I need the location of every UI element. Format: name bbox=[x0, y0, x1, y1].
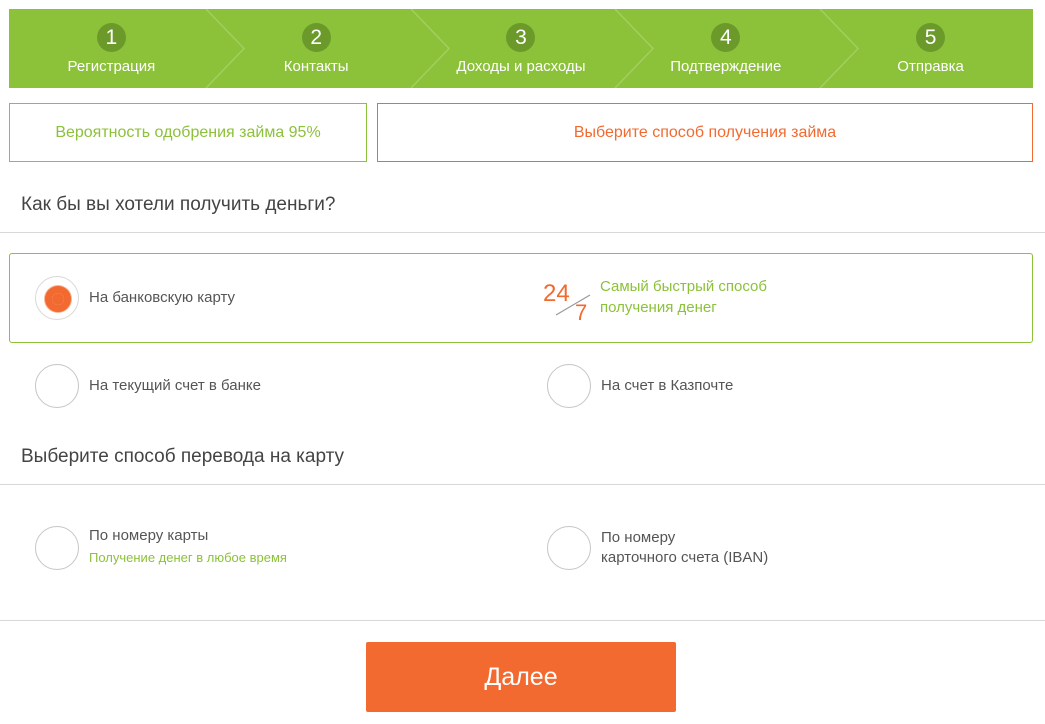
divider bbox=[0, 484, 1045, 485]
divider bbox=[0, 620, 1045, 621]
option-label-iban-line1[interactable]: По номеру bbox=[601, 529, 675, 546]
step-number: 2 bbox=[301, 23, 331, 52]
option-sub-card-number: Получение денег в любое время bbox=[89, 550, 287, 565]
option-label-bank-card[interactable]: На банковскую карту bbox=[89, 289, 235, 306]
svg-text:7: 7 bbox=[575, 300, 587, 321]
radio-bank-account[interactable] bbox=[35, 364, 79, 408]
step-confirmation[interactable]: 4 Подтверждение bbox=[623, 9, 860, 88]
receive-money-title: Как бы вы хотели получить деньги? bbox=[21, 194, 336, 215]
step-submit[interactable]: 5 Отправка bbox=[828, 9, 1033, 88]
option-label-bank-account[interactable]: На текущий счет в банке bbox=[89, 377, 261, 394]
approval-probability-box: Вероятность одобрения займа 95% bbox=[9, 103, 367, 162]
svg-text:24: 24 bbox=[543, 280, 570, 307]
progress-stepper: 1 Регистрация 2 Контакты 3 Доходы и расх… bbox=[9, 9, 1033, 88]
step-label: Отправка bbox=[897, 58, 964, 75]
option-label-card-number[interactable]: По номеру карты bbox=[89, 527, 208, 544]
radio-bank-card[interactable] bbox=[35, 276, 79, 320]
step-registration[interactable]: 1 Регистрация bbox=[9, 9, 245, 88]
step-label: Подтверждение bbox=[670, 58, 782, 75]
step-label: Контакты bbox=[283, 58, 349, 75]
step-number: 1 bbox=[96, 23, 126, 52]
step-income-expenses[interactable]: 3 Доходы и расходы bbox=[419, 9, 655, 88]
radio-kazpost[interactable] bbox=[547, 364, 591, 408]
option-label-iban-line2[interactable]: карточного счета (IBAN) bbox=[601, 549, 768, 566]
radio-iban[interactable] bbox=[547, 526, 591, 570]
choose-method-box: Выберите способ получения займа bbox=[377, 103, 1033, 162]
loan-form-page: 1 Регистрация 2 Контакты 3 Доходы и расх… bbox=[0, 0, 1045, 724]
step-number: 3 bbox=[506, 23, 536, 52]
step-label: Регистрация bbox=[67, 58, 156, 75]
fastest-method-line2: получения денег bbox=[600, 299, 717, 316]
option-label-kazpost[interactable]: На счет в Казпочте bbox=[601, 377, 733, 394]
step-contacts[interactable]: 2 Контакты bbox=[214, 9, 450, 88]
fastest-method-note: Самый быстрый способ получения денег bbox=[600, 276, 767, 318]
transfer-method-title: Выберите способ перевода на карту bbox=[21, 446, 345, 467]
radio-card-number[interactable] bbox=[35, 526, 79, 570]
divider bbox=[0, 232, 1045, 233]
fastest-method-line1: Самый быстрый способ bbox=[600, 278, 767, 295]
step-label: Доходы и расходы bbox=[456, 58, 586, 75]
24-7-icon: 24 7 bbox=[543, 280, 591, 321]
step-number: 5 bbox=[916, 23, 946, 52]
step-number: 4 bbox=[711, 23, 741, 52]
next-button[interactable]: Далее bbox=[366, 642, 676, 712]
